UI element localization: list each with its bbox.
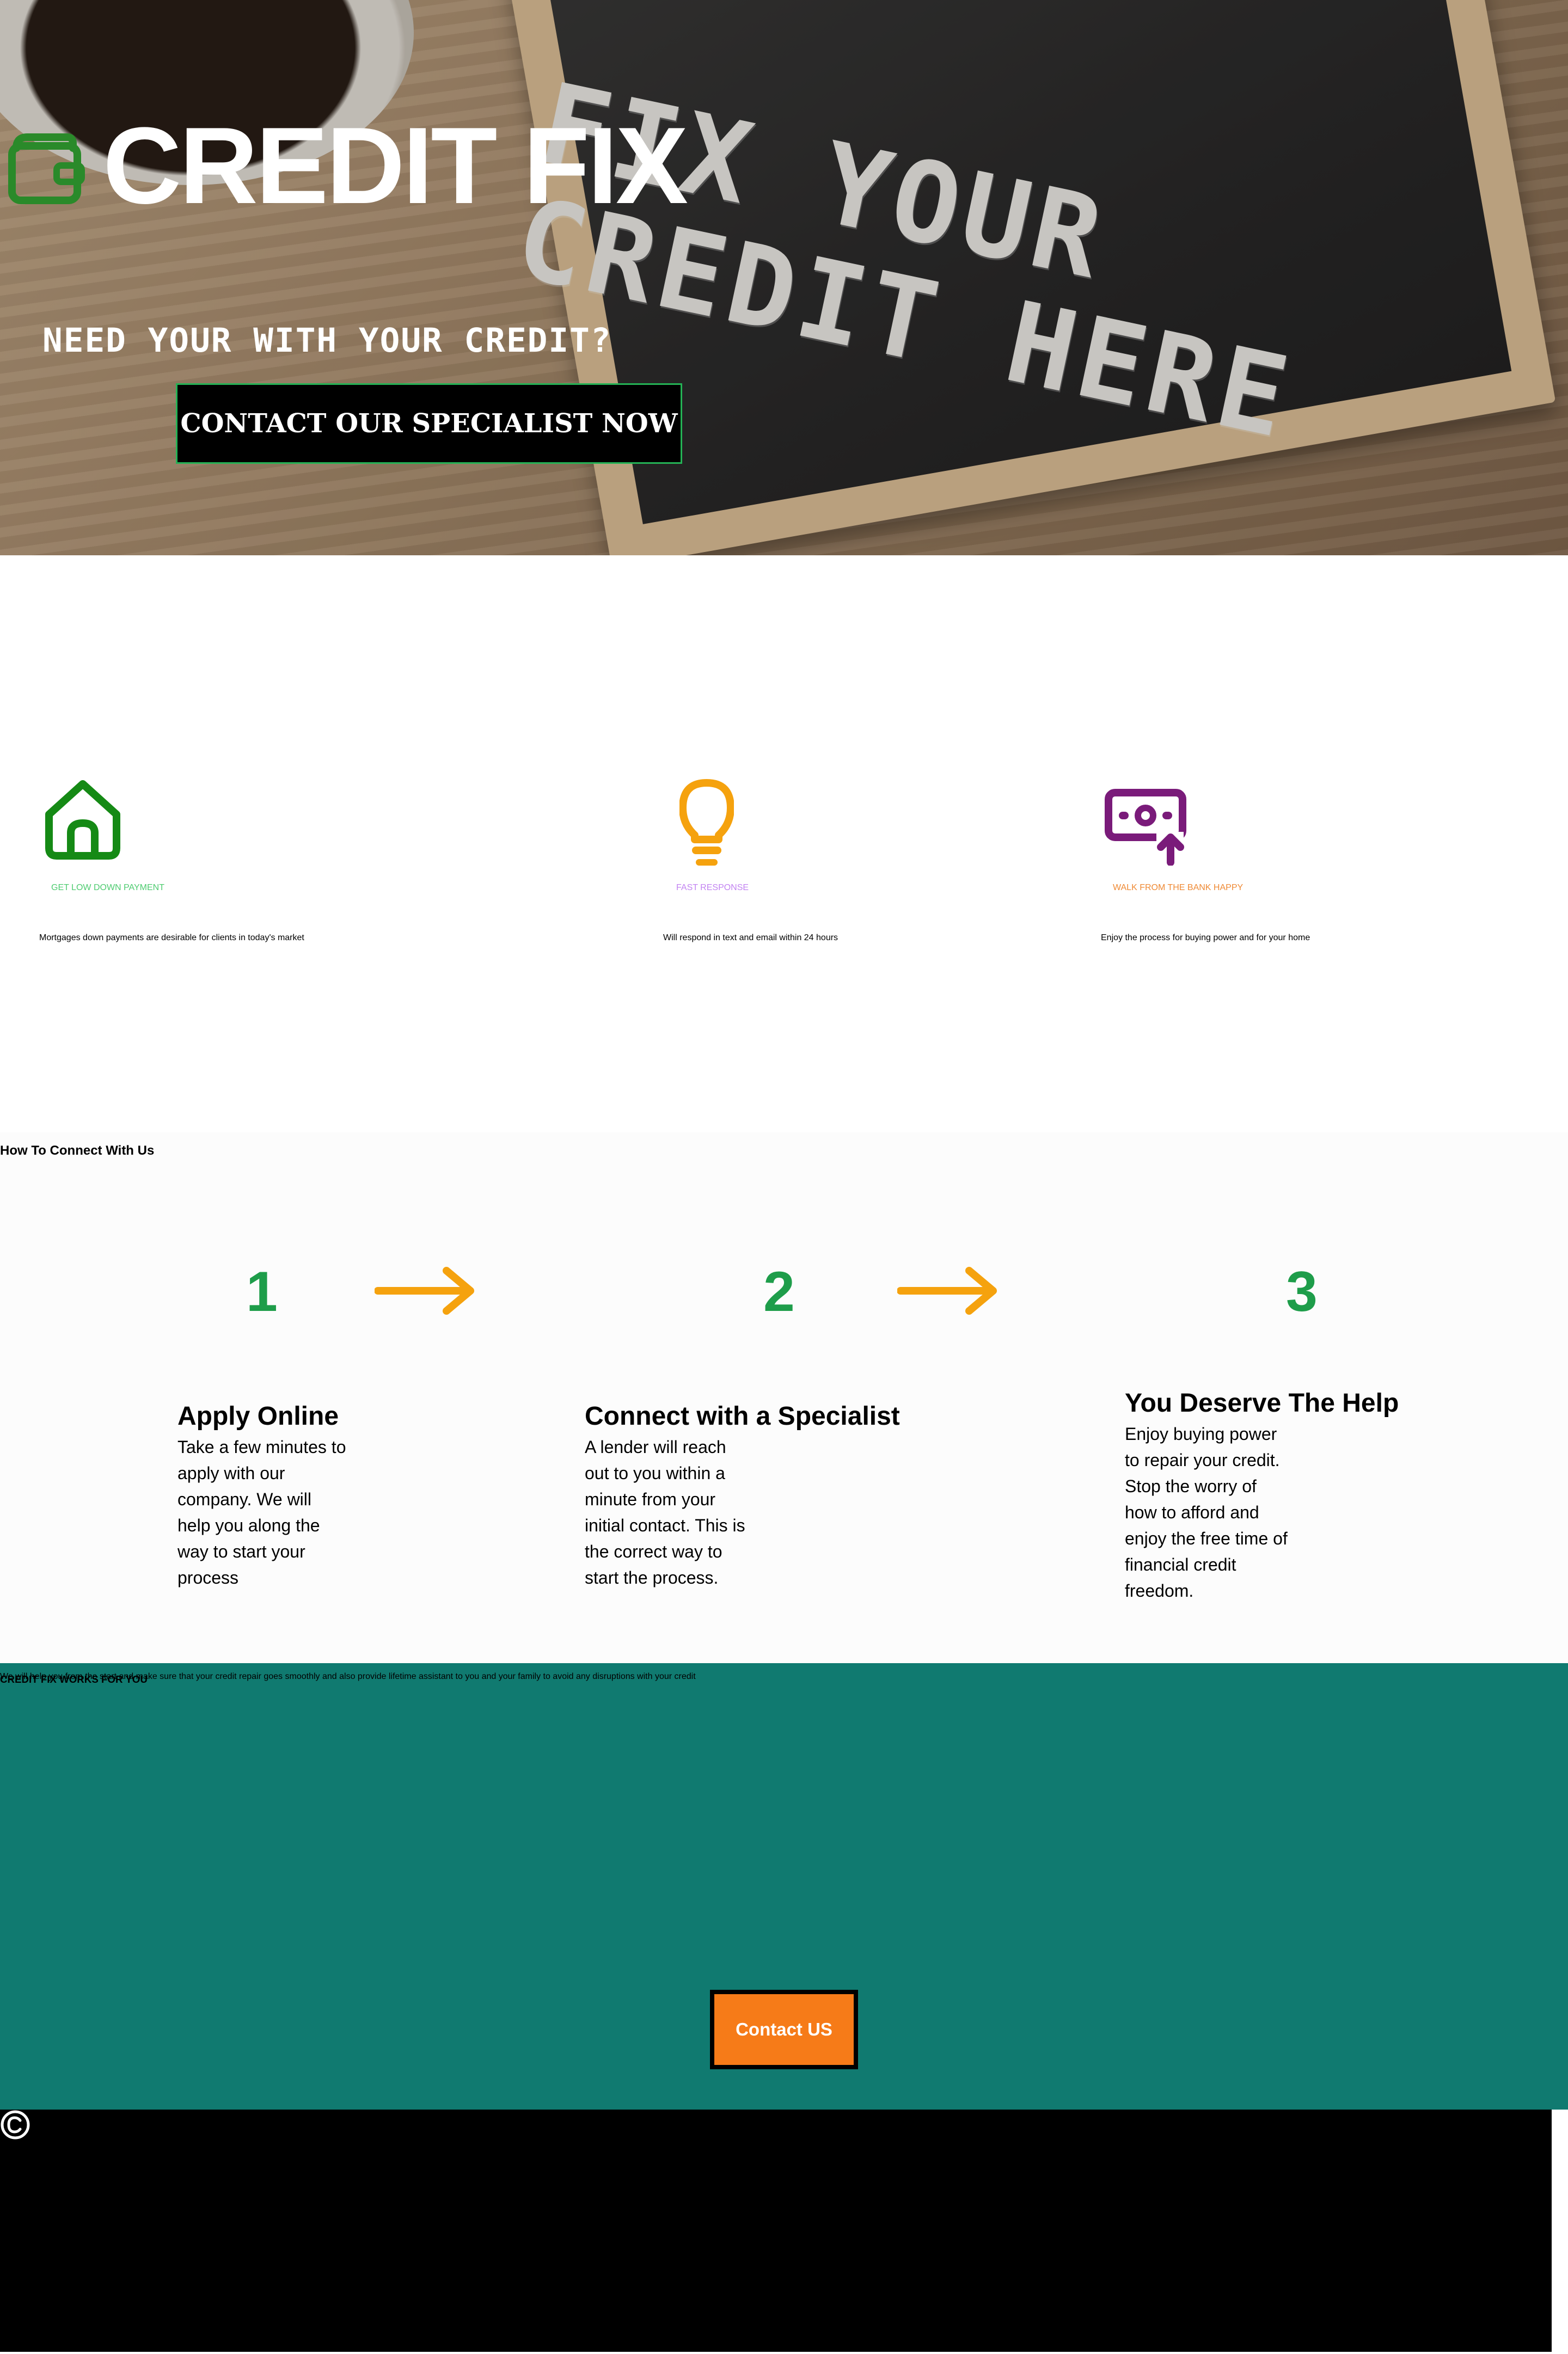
steps-heading: How To Connect With Us xyxy=(0,1143,155,1158)
step-body-line: Take a few minutes to xyxy=(177,1437,346,1457)
works-text: We will help you from the start and make… xyxy=(0,1672,696,1681)
step-number-2: 2 xyxy=(763,1260,795,1323)
step-body-line: Stop the worry of xyxy=(1125,1476,1257,1496)
feature-walk-from-bank xyxy=(1104,778,1187,866)
step-body-line: enjoy the free time of xyxy=(1125,1529,1288,1548)
step-body-line: financial credit xyxy=(1125,1555,1236,1574)
contact-specialist-button[interactable]: CONTACT OUR SPECIALIST NOW xyxy=(176,383,682,464)
step-body-line: company. We will xyxy=(177,1489,311,1509)
step-body-apply-online: Take a few minutes to apply with our com… xyxy=(177,1434,346,1591)
feature-title-low-down-payment: GET LOW DOWN PAYMENT xyxy=(51,883,165,892)
step-body-line: process xyxy=(177,1568,239,1587)
step-body-line: help you along the xyxy=(177,1516,320,1535)
rights-text: Rights Reserved xyxy=(33,2133,97,2142)
step-number-3: 3 xyxy=(1286,1260,1318,1323)
arrow-right-icon xyxy=(375,1267,474,1315)
step-body-line: freedom. xyxy=(1125,1581,1194,1601)
brand[interactable]: CREDIT FIX xyxy=(7,103,688,229)
wallet-icon xyxy=(8,133,85,204)
step-body-line: the correct way to xyxy=(585,1542,722,1561)
step-body-deserve-help: Enjoy buying power to repair your credit… xyxy=(1125,1421,1288,1604)
feature-low-down-payment xyxy=(44,778,122,861)
brand-title: CREDIT FIX xyxy=(103,105,688,226)
footer-rights: Rights Reserved xyxy=(0,2110,1552,2143)
contact-us-button[interactable]: Contact US xyxy=(710,1990,858,2069)
step-body-line: out to you within a xyxy=(585,1463,725,1483)
hero-banner: FIX YOUR CREDIT HERE xyxy=(0,0,1568,555)
feature-desc-low-down-payment: Mortgages down payments are desirable fo… xyxy=(39,933,304,942)
hero-overlay xyxy=(0,0,1568,555)
feature-title-fast-response: FAST RESPONSE xyxy=(676,883,749,892)
step-body-line: apply with our xyxy=(177,1463,285,1483)
step-title-apply-online: Apply Online xyxy=(177,1402,339,1431)
feature-fast-response xyxy=(679,778,734,867)
feature-desc-fast-response: Will respond in text and email within 24… xyxy=(663,933,838,942)
lightbulb-icon xyxy=(679,779,734,866)
footer xyxy=(0,2110,1552,2352)
step-body-connect-specialist: A lender will reach out to you within a … xyxy=(585,1434,745,1591)
step-body-line: way to start your xyxy=(177,1542,305,1561)
step-body-line: initial contact. This is xyxy=(585,1516,745,1535)
feature-desc-walk-from-bank: Enjoy the process for buying power and f… xyxy=(1101,933,1310,942)
step-body-line: Enjoy buying power xyxy=(1125,1424,1277,1444)
arrow-right-icon xyxy=(897,1267,997,1315)
feature-title-walk-from-bank: WALK FROM THE BANK HAPPY xyxy=(1113,883,1244,892)
step-body-line: how to afford and xyxy=(1125,1503,1259,1522)
home-icon xyxy=(45,780,120,860)
step-body-line: minute from your xyxy=(585,1489,716,1509)
step-body-line: start the process. xyxy=(585,1568,719,1587)
hero-question: NEED YOUR WITH YOUR CREDIT? xyxy=(42,321,612,360)
step-body-line: to repair your credit. xyxy=(1125,1450,1280,1470)
money-up-icon xyxy=(1105,789,1186,866)
step-body-line: A lender will reach xyxy=(585,1437,726,1457)
copyright-icon xyxy=(1,2110,30,2140)
step-title-connect-specialist: Connect with a Specialist xyxy=(585,1402,900,1431)
step-title-deserve-help: You Deserve The Help xyxy=(1125,1389,1399,1418)
step-number-1: 1 xyxy=(246,1260,278,1323)
